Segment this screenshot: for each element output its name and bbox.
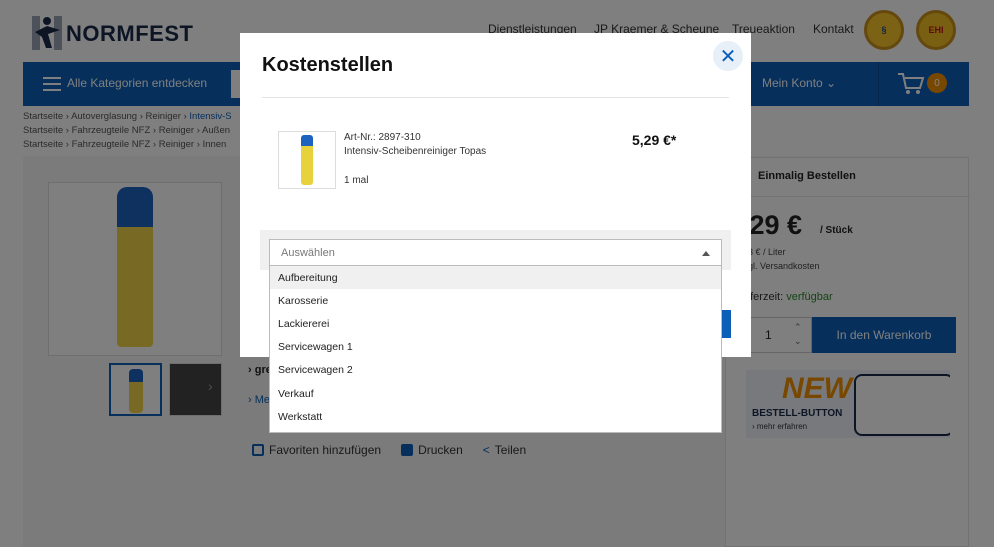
modal-title: Kostenstellen bbox=[262, 54, 394, 76]
close-icon[interactable]: ✕ bbox=[713, 41, 743, 71]
caret-up-icon bbox=[702, 251, 710, 256]
option-aufbereitung[interactable]: Aufbereitung bbox=[270, 266, 721, 290]
item-name: Intensiv-Scheibenreiniger Topas bbox=[344, 146, 487, 157]
spray-can-image bbox=[301, 135, 313, 185]
option-lackiererei[interactable]: Lackiererei bbox=[270, 312, 721, 335]
item-quantity: 1 mal bbox=[344, 175, 369, 186]
option-servicewagen-2[interactable]: Servicewagen 2 bbox=[270, 359, 721, 382]
cost-center-select[interactable]: Auswählen bbox=[269, 239, 722, 266]
option-karosserie[interactable]: Karosserie bbox=[270, 289, 721, 312]
option-verkauf[interactable]: Verkauf bbox=[270, 382, 721, 405]
item-article-number: Art-Nr.: 2897-310 bbox=[344, 132, 421, 143]
option-servicewagen-1[interactable]: Servicewagen 1 bbox=[270, 336, 721, 359]
item-image bbox=[278, 131, 336, 189]
divider bbox=[262, 97, 729, 98]
option-werkstatt[interactable]: Werkstatt bbox=[270, 405, 721, 428]
cost-center-options: Aufbereitung Karosserie Lackiererei Serv… bbox=[269, 266, 722, 433]
item-price: 5,29 €* bbox=[632, 132, 677, 148]
confirm-button[interactable] bbox=[721, 310, 731, 338]
select-placeholder: Auswählen bbox=[281, 247, 335, 259]
